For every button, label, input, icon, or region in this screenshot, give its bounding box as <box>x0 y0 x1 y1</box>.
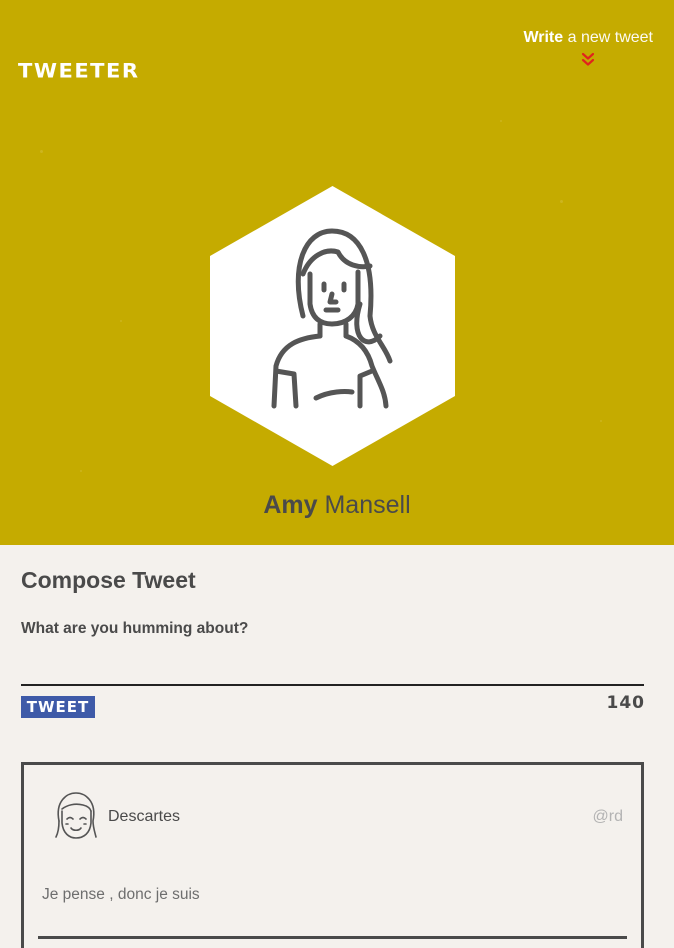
tweet-divider <box>38 936 627 939</box>
profile-first-name: Amy <box>263 491 318 519</box>
profile-header: TWEETER Write a new tweet Amy Mansell <box>0 0 674 545</box>
brand-logo[interactable]: TWEETER <box>18 60 140 82</box>
tweet-input[interactable] <box>21 648 644 686</box>
texture-speck <box>80 470 82 472</box>
write-tweet-link[interactable]: Write a new tweet <box>523 29 653 67</box>
texture-speck <box>600 420 602 422</box>
compose-label: What are you humming about? <box>21 620 249 637</box>
compose-title: Compose Tweet <box>21 567 196 593</box>
smiling-face-avatar-icon <box>55 792 97 839</box>
tweet-author[interactable]: Descartes <box>108 808 180 826</box>
woman-avatar-icon <box>210 186 455 466</box>
texture-speck <box>120 320 122 322</box>
double-chevron-down-icon <box>582 52 595 66</box>
tweet-text: Je pense , donc je suis <box>42 886 200 903</box>
texture-speck <box>40 150 43 153</box>
character-counter: 140 <box>606 693 645 713</box>
profile-avatar <box>210 186 455 466</box>
write-link-rest: a new tweet <box>567 29 653 46</box>
tweet-button[interactable]: TWEET <box>21 696 95 718</box>
texture-speck <box>560 200 563 203</box>
tweet-handle[interactable]: @rd <box>593 808 623 826</box>
tweet-card: Descartes @rd Je pense , donc je suis <box>21 762 644 948</box>
write-link-bold: Write <box>523 29 564 46</box>
profile-name: Amy Mansell <box>0 491 674 520</box>
texture-speck <box>500 120 502 122</box>
profile-last-name: Mansell <box>324 491 411 519</box>
